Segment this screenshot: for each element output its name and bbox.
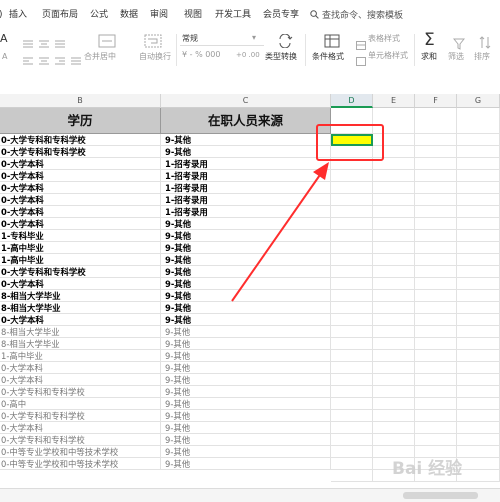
annotation-arrow	[231, 162, 329, 302]
scrollbar-thumb[interactable]	[403, 492, 478, 499]
watermark-text: Bai 经验	[392, 459, 463, 479]
horizontal-scrollbar[interactable]	[0, 488, 500, 502]
